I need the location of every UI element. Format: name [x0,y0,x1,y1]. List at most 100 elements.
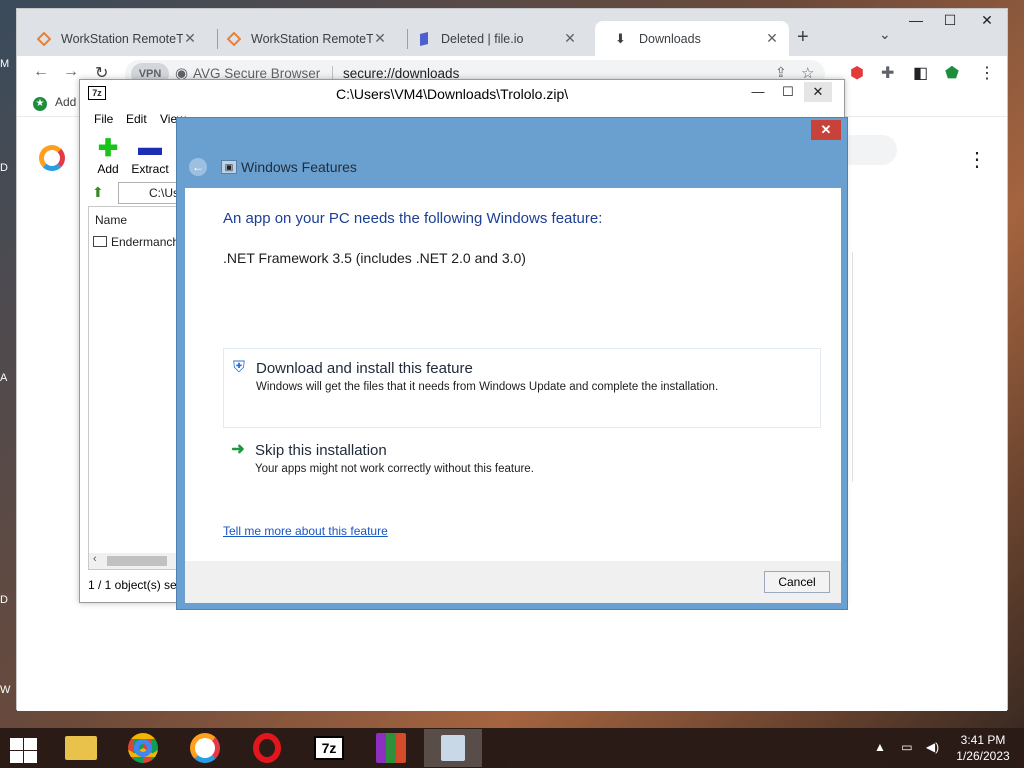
tab-workstation-2[interactable]: WorkStation RemoteTools ✕ [207,21,397,56]
bookmark-add-label: Add [55,95,77,109]
file-explorer-icon[interactable] [52,729,110,767]
sevenzip-logo-icon: 7z [314,736,344,760]
extract-button[interactable]: ▬ Extract [126,134,174,176]
cancel-button[interactable]: Cancel [764,571,830,593]
chrome-icon[interactable] [114,729,172,767]
back-icon[interactable]: ← [33,63,49,81]
opera-logo-icon [253,733,281,763]
file-icon [93,236,107,247]
tab-downloads[interactable]: ⬇ Downloads ✕ [595,21,789,56]
show-hidden-icons-icon[interactable]: ▲ [874,740,886,754]
dialog-close-button[interactable]: ✕ [811,120,841,140]
taskbar: 7z ▲ ▭ ◀) 3:41 PM 1/26/2023 [0,728,1024,768]
winrar-books-icon [376,733,406,763]
avg-logo-icon [39,145,65,171]
back-arrow-icon[interactable]: ← [189,158,207,176]
add-bookmark-icon: ★ [33,97,47,111]
desktop-icon-label: M [0,58,10,70]
start-windows-icon[interactable] [8,736,38,763]
scroll-thumb[interactable] [107,556,167,566]
network-icon[interactable]: ▭ [901,740,912,754]
avg-logo-icon [190,733,220,763]
tab-fileio[interactable]: Deleted | file.io ✕ [397,21,587,56]
system-tray: ▲ ▭ ◀) [874,740,939,754]
maximize-icon[interactable]: ☐ [935,9,965,33]
windows-features-icon: ▣ [221,160,237,174]
column-header-name[interactable]: Name [95,213,127,227]
add-plus-icon: ✚ [97,135,119,162]
file-row[interactable]: Endermanch [93,235,179,249]
windows-features-dialog: ✕ ← ▣ Windows Features An app on your PC… [176,117,848,610]
page-menu-kebab-icon[interactable]: ⋮ [967,147,987,172]
sevenzip-titlebar: 7z C:\Users\VM4\Downloads\Trololo.zip\ —… [80,80,844,108]
dialog-body: An app on your PC needs the following Wi… [185,188,841,561]
sidebar-icon[interactable]: ◧ [913,63,928,83]
close-tab-icon[interactable]: ✕ [373,30,387,47]
windows-features-taskbar-icon[interactable] [424,729,482,767]
tab-title: WorkStation RemoteTools [251,31,373,46]
windows-features-icon [441,735,465,761]
menu-file[interactable]: File [94,112,113,126]
tab-strip: WorkStation RemoteTools ✕ WorkStation Re… [17,9,1007,56]
sevenzip-title: C:\Users\VM4\Downloads\Trololo.zip\ [336,86,569,102]
clock-date: 1/26/2023 [956,749,1010,763]
folder-up-icon[interactable]: ⬆ [92,184,104,201]
close-tab-icon[interactable]: ✕ [765,30,779,47]
volume-icon[interactable]: ◀) [926,740,939,754]
download-card-edge [852,252,853,482]
forward-icon[interactable]: → [63,63,79,81]
option-title: Skip this installation [255,442,387,459]
sevenzip-app-icon: 7z [88,86,106,100]
taskbar-clock[interactable]: 3:41 PM 1/26/2023 [948,732,1018,764]
option-description: Your apps might not work correctly witho… [255,463,534,475]
option-description: Windows will get the files that it needs… [256,381,719,393]
add-button[interactable]: ✚ Add [84,134,132,176]
minimize-icon[interactable]: — [901,9,931,33]
dialog-title: Windows Features [241,159,357,175]
close-tab-icon[interactable]: ✕ [183,30,197,47]
clock-time: 3:41 PM [960,733,1006,747]
winrar-icon[interactable] [362,729,420,767]
file-name: Endermanch [111,235,180,249]
desktop-icon-label: D [0,594,8,606]
menu-edit[interactable]: Edit [126,112,147,126]
menu-kebab-icon[interactable]: ⋮ [979,63,995,83]
extract-minus-icon: ▬ [138,134,162,161]
minimize-icon[interactable]: — [744,82,772,102]
extensions-icon[interactable]: ✚ [881,63,894,83]
diamond-icon [226,31,242,46]
new-tab-button[interactable]: + [797,26,809,49]
tab-title: Downloads [639,31,701,46]
scroll-left-icon[interactable]: ‹ [93,553,97,565]
security-check-icon[interactable]: ⬟ [945,63,959,83]
download-icon: ⬇ [615,30,626,46]
tab-search-chevron-icon[interactable]: ⌄ [879,26,891,43]
feature-name: .NET Framework 3.5 (includes .NET 2.0 an… [223,250,526,266]
extract-label: Extract [131,162,169,176]
skip-installation-option[interactable]: ➜ Skip this installation Your apps might… [223,431,821,481]
adblock-shield-icon[interactable]: ⬢ [850,63,864,83]
close-tab-icon[interactable]: ✕ [563,30,577,47]
avg-browser-icon[interactable] [176,729,234,767]
sevenzip-taskbar-icon[interactable]: 7z [300,729,358,767]
green-arrow-icon: ➜ [231,441,245,458]
bookmark-add[interactable]: ★ Add [33,95,76,111]
download-install-option[interactable]: ⛨ Download and install this feature Wind… [223,348,821,428]
opera-icon[interactable] [238,729,296,767]
desktop-icon-label: D [0,162,8,174]
close-window-icon[interactable]: ✕ [804,82,832,102]
desktop-icon-label: W [0,684,11,696]
diamond-icon [36,31,52,46]
option-title: Download and install this feature [256,360,473,377]
tab-title: Deleted | file.io [441,31,524,46]
folder-icon [65,736,97,760]
close-window-icon[interactable]: ✕ [972,9,1002,33]
uac-shield-icon: ⛨ [232,359,245,376]
desktop-icon-label: A [0,372,8,384]
tell-me-more-link[interactable]: Tell me more about this feature [223,524,388,538]
dialog-header: ← ▣ Windows Features [185,152,837,182]
fileio-icon [417,31,431,46]
tab-workstation-1[interactable]: WorkStation RemoteTools ✕ [17,21,207,56]
maximize-icon[interactable]: ☐ [774,82,802,102]
tab-title: WorkStation RemoteTools [61,31,183,46]
